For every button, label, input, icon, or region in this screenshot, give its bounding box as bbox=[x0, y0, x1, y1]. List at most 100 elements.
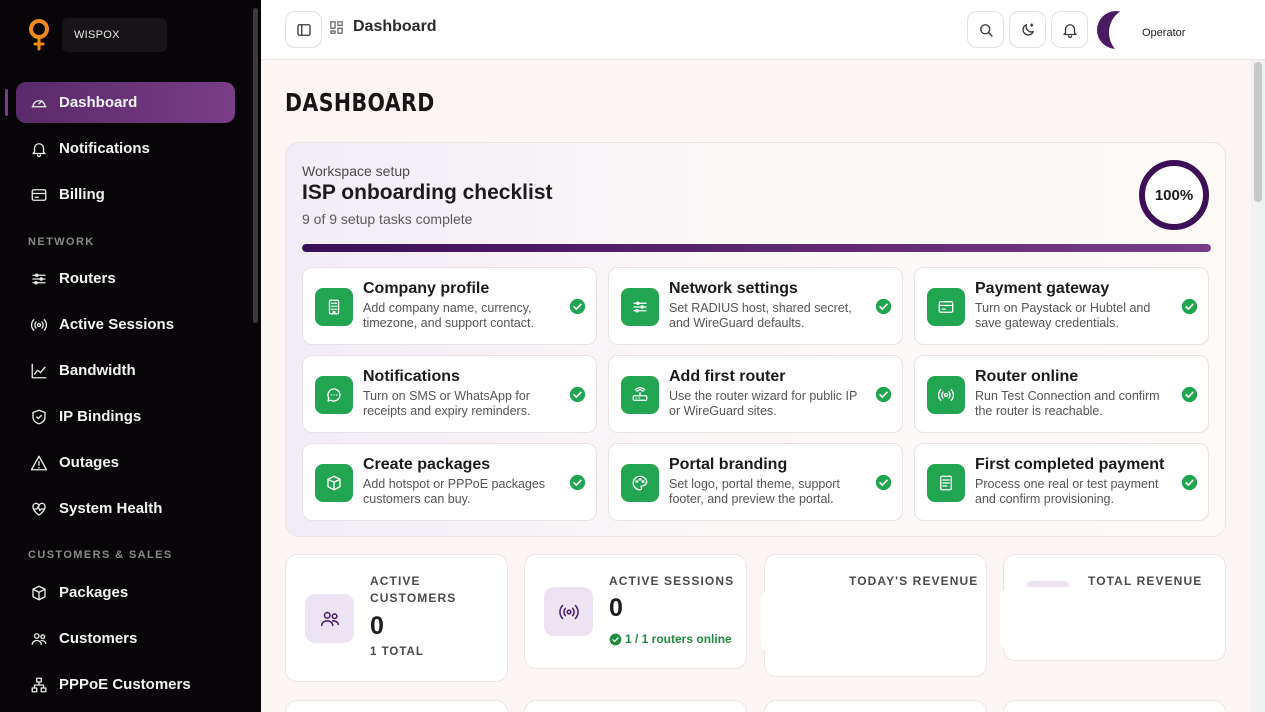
bell-icon bbox=[30, 140, 48, 158]
users-icon bbox=[30, 630, 48, 648]
stat-icon-placeholder bbox=[1026, 581, 1070, 587]
task-description: Process one real or test payment and con… bbox=[975, 477, 1159, 506]
sidebar-item-label: Customers bbox=[59, 630, 138, 647]
task-description: Add company name, currency, timezone, an… bbox=[363, 301, 534, 330]
stat-value: 0 bbox=[609, 594, 623, 622]
building-icon bbox=[315, 288, 353, 326]
sidebar-item-system-health[interactable]: System Health bbox=[16, 488, 235, 529]
stat-card-active-sessions[interactable]: ACTIVE SESSIONS 0 1 / 1 routers online bbox=[524, 554, 747, 669]
topbar: Dashboard Operator bbox=[261, 0, 1265, 60]
task-title: Company profile bbox=[363, 280, 490, 297]
card-icon bbox=[30, 186, 48, 204]
sidebar-item-customers[interactable]: Customers bbox=[16, 618, 235, 659]
stat-card-active-customers[interactable]: ACTIVE CUSTOMERS 0 1 TOTAL bbox=[285, 554, 508, 682]
sidebar-item-billing[interactable]: Billing bbox=[16, 174, 235, 215]
box-icon bbox=[315, 464, 353, 502]
stat-card-total-revenue[interactable]: TOTAL REVENUE bbox=[1000, 554, 1226, 661]
sidebar-item-active-sessions[interactable]: Active Sessions bbox=[16, 304, 235, 345]
check-circle-icon bbox=[609, 633, 622, 645]
checklist-title: ISP onboarding checklist bbox=[302, 181, 553, 204]
task-portal-branding[interactable]: Portal branding Set logo, portal theme, … bbox=[608, 443, 903, 521]
sidebar-item-label: Outages bbox=[59, 454, 120, 471]
sidebar-toggle-icon bbox=[296, 23, 311, 36]
sidebar-item-label: IP Bindings bbox=[59, 408, 142, 425]
check-circle-icon bbox=[1181, 474, 1198, 491]
stat-value: 0 bbox=[370, 612, 384, 640]
sidebar-item-packages[interactable]: Packages bbox=[16, 572, 235, 613]
sidebar-item-pppoe-customers[interactable]: PPPoE Customers bbox=[16, 664, 235, 705]
warning-icon bbox=[30, 454, 48, 472]
sidebar-item-label: PPPoE Customers bbox=[59, 676, 191, 693]
checklist-eyebrow: Workspace setup bbox=[302, 163, 410, 179]
layout-grid-icon bbox=[330, 20, 343, 34]
sidebar-item-routers[interactable]: Routers bbox=[16, 258, 235, 299]
chat-icon bbox=[315, 376, 353, 414]
task-add-first-router[interactable]: Add first router Use the router wizard f… bbox=[608, 355, 903, 433]
task-notifications[interactable]: Notifications Turn on SMS or WhatsApp fo… bbox=[302, 355, 597, 433]
task-network-settings[interactable]: Network settings Set RADIUS host, shared… bbox=[608, 267, 903, 345]
loading-placeholder bbox=[1000, 589, 1060, 649]
moon-icon bbox=[1021, 22, 1034, 36]
sidebar-scrollbar[interactable] bbox=[253, 8, 258, 323]
gauge-icon bbox=[30, 94, 48, 112]
check-circle-icon bbox=[1181, 386, 1198, 403]
sidebar-item-label: Dashboard bbox=[59, 94, 138, 111]
task-title: Create packages bbox=[363, 456, 491, 473]
sidebar-item-label: System Health bbox=[59, 500, 163, 517]
sidebar-item-dashboard[interactable]: Dashboard bbox=[16, 82, 235, 123]
search-icon bbox=[979, 23, 993, 37]
stat-card-todays-revenue[interactable]: TODAY'S REVENUE bbox=[761, 554, 987, 677]
task-create-packages[interactable]: Create packages Add hotspot or PPPoE pac… bbox=[302, 443, 597, 521]
sidebar-item-outages[interactable]: Outages bbox=[16, 442, 235, 483]
progress-percent: 100% bbox=[1154, 186, 1194, 204]
task-title: Portal branding bbox=[669, 456, 788, 473]
broadcast-icon bbox=[30, 316, 48, 334]
check-circle-icon bbox=[569, 298, 586, 315]
stat-label: ACTIVE CUSTOMERS bbox=[370, 574, 457, 605]
receipt-icon bbox=[927, 464, 965, 502]
onboarding-checklist: Workspace setup ISP onboarding checklist… bbox=[285, 142, 1226, 537]
theme-toggle-button[interactable] bbox=[1009, 11, 1046, 48]
sidebar-item-label: Notifications bbox=[59, 140, 150, 157]
task-description: Run Test Connection and confirm the rout… bbox=[975, 389, 1160, 418]
sliders-icon bbox=[621, 288, 659, 326]
stat-card-peek bbox=[1003, 700, 1226, 712]
brand[interactable]: WISPOX bbox=[28, 18, 167, 52]
users-icon bbox=[305, 594, 354, 643]
sidebar-item-ip-bindings[interactable]: IP Bindings bbox=[16, 396, 235, 437]
task-title: Network settings bbox=[669, 280, 798, 297]
task-title: Router online bbox=[975, 368, 1079, 385]
search-button[interactable] bbox=[967, 11, 1004, 48]
sidebar-item-label: Bandwidth bbox=[59, 362, 136, 379]
sidebar-item-bandwidth[interactable]: Bandwidth bbox=[16, 350, 235, 391]
check-circle-icon bbox=[875, 386, 892, 403]
task-payment-gateway[interactable]: Payment gateway Turn on Paystack or Hubt… bbox=[914, 267, 1209, 345]
sidebar-item-notifications[interactable]: Notifications bbox=[16, 128, 235, 169]
sidebar-item-label: Active Sessions bbox=[59, 316, 175, 333]
toggle-sidebar-button[interactable] bbox=[285, 11, 322, 48]
bell-icon bbox=[1062, 23, 1077, 38]
breadcrumb-current: Dashboard bbox=[353, 18, 437, 35]
heart-pulse-icon bbox=[30, 500, 48, 518]
task-first-completed-payment[interactable]: First completed payment Process one real… bbox=[914, 443, 1209, 521]
task-company-profile[interactable]: Company profile Add company name, curren… bbox=[302, 267, 597, 345]
progress-bar bbox=[302, 244, 1211, 252]
network-icon bbox=[30, 676, 48, 694]
check-circle-icon bbox=[1181, 298, 1198, 315]
task-title: Add first router bbox=[669, 368, 786, 385]
task-description: Set logo, portal theme, support footer, … bbox=[669, 477, 840, 506]
stat-label: ACTIVE SESSIONS bbox=[609, 574, 735, 588]
stat-label: TODAY'S REVENUE bbox=[849, 574, 979, 588]
user-menu[interactable]: Operator bbox=[1109, 7, 1261, 58]
progress-bar-fill bbox=[302, 244, 1211, 252]
sidebar-item-label: Routers bbox=[59, 270, 116, 287]
palette-icon bbox=[621, 464, 659, 502]
stat-label: TOTAL REVENUE bbox=[1088, 574, 1203, 588]
main-scrollbar-thumb[interactable] bbox=[1254, 62, 1262, 202]
task-title: Payment gateway bbox=[975, 280, 1110, 297]
task-router-online[interactable]: Router online Run Test Connection and co… bbox=[914, 355, 1209, 433]
card-icon bbox=[927, 288, 965, 326]
stat-card-peek bbox=[524, 700, 747, 712]
notifications-button[interactable] bbox=[1051, 11, 1088, 48]
box-icon bbox=[30, 584, 48, 602]
